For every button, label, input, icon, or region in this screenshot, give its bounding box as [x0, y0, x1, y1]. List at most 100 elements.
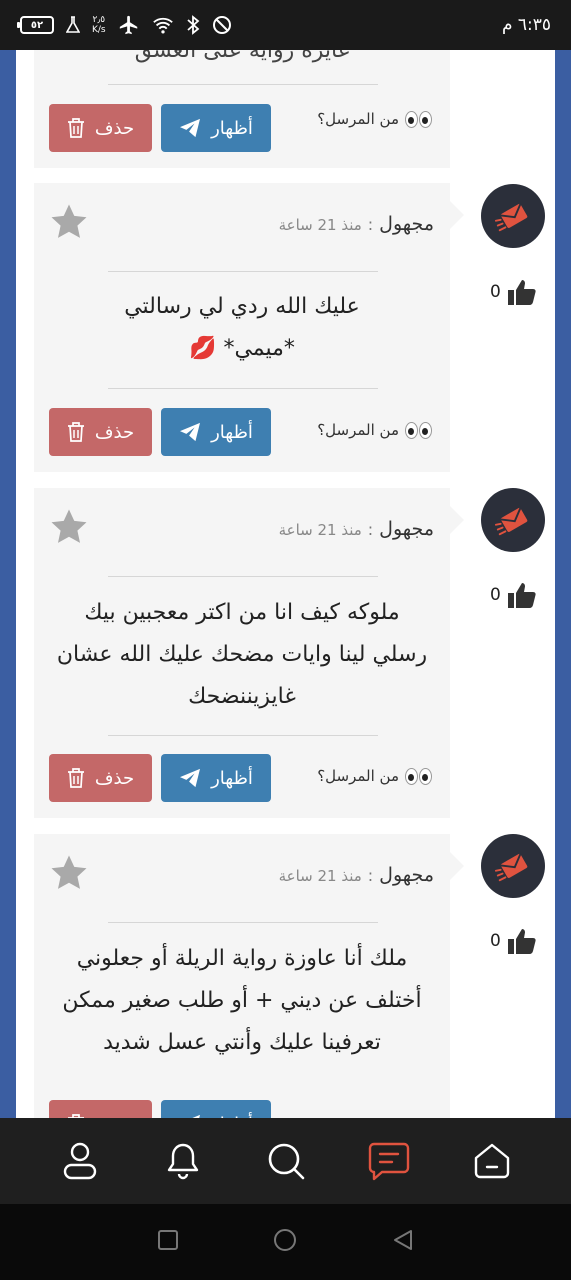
delete-label: حذف	[94, 421, 135, 443]
message-time: منذ 21 ساعة	[278, 867, 362, 885]
eyes-icon	[405, 421, 432, 439]
message-time: منذ 21 ساعة	[278, 521, 362, 539]
sender-name: مجهول	[379, 864, 434, 886]
card-header: مجهول : منذ 21 ساعة	[279, 518, 434, 540]
bluetooth-icon	[187, 15, 200, 35]
messages-icon	[368, 1142, 409, 1181]
message-card: غايزة رواية على العشق من المرسل؟ أظهار ح…	[34, 50, 450, 168]
mail-icon	[494, 203, 528, 232]
message-line: ملك أنا عاوزة رواية الريلة أو جعلوني	[76, 946, 408, 971]
star-icon[interactable]	[48, 506, 90, 548]
reveal-sender-link[interactable]: من المرسل؟	[317, 110, 432, 128]
delete-button[interactable]: حذف	[49, 104, 152, 152]
like-counter[interactable]: 0	[490, 278, 537, 306]
card-pointer	[450, 201, 464, 229]
divider	[108, 388, 378, 389]
message-card: مجهول : منذ 21 ساعة عليك الله ردي لي رسا…	[34, 183, 464, 472]
show-label: أظهار	[211, 767, 253, 789]
status-time: ٦:٣٥ م	[501, 15, 551, 35]
system-navigation	[0, 1204, 571, 1280]
divider	[108, 576, 378, 577]
show-button[interactable]: أظهار	[161, 1100, 271, 1120]
show-button[interactable]: أظهار	[161, 408, 271, 456]
reveal-sender-link[interactable]: من المرسل؟	[317, 421, 432, 439]
message-line: أختلف عن ديني + أو طلب صغير ممكن	[62, 988, 422, 1013]
recents-button[interactable]	[157, 1229, 179, 1255]
show-label: أظهار	[211, 117, 253, 139]
network-speed: ٢٫٥ K/s	[92, 15, 106, 35]
like-count: 0	[490, 282, 501, 302]
mail-icon	[494, 507, 528, 536]
battery-level: ٥٢	[30, 19, 44, 31]
messages-feed[interactable]: غايزة رواية على العشق من المرسل؟ أظهار ح…	[16, 50, 555, 1120]
thumbs-up-icon	[507, 280, 536, 305]
trash-icon	[67, 422, 84, 442]
delete-button[interactable]: حذف	[49, 408, 152, 456]
flask-icon	[66, 16, 80, 33]
message-text: غايزة رواية على العشق	[134, 50, 350, 63]
card-header: مجهول : منذ 21 ساعة	[279, 864, 434, 886]
show-button[interactable]: أظهار	[161, 104, 271, 152]
message-card: مجهول : منذ 21 ساعة ملوكه كيف انا من اكت…	[34, 488, 464, 818]
sender-avatar[interactable]	[481, 488, 545, 552]
card-pointer	[450, 506, 464, 534]
battery-icon: ٥٢	[17, 16, 54, 34]
recents-icon	[157, 1230, 178, 1250]
bottom-navigation	[0, 1118, 571, 1204]
back-button[interactable]	[391, 1228, 415, 1256]
card-header: مجهول : منذ 21 ساعة	[279, 213, 434, 235]
send-icon	[180, 422, 201, 442]
delete-button[interactable]: حذف	[49, 754, 152, 802]
star-icon[interactable]	[48, 852, 90, 894]
reveal-sender-link[interactable]: من المرسل؟	[317, 767, 432, 785]
show-button[interactable]: أظهار	[161, 754, 271, 802]
message-card: مجهول : منذ 21 ساعة ملك أنا عاوزة رواية …	[34, 834, 464, 1120]
sender-avatar[interactable]	[481, 184, 545, 248]
nav-messages[interactable]	[364, 1136, 414, 1186]
separator: :	[367, 520, 374, 539]
separator: :	[367, 215, 374, 234]
status-bar: ٥٢ ٢٫٥ K/s ٦:٣٥ م	[0, 0, 571, 50]
home-system-button[interactable]	[272, 1227, 298, 1257]
speed-value: ٢٫٥	[92, 15, 106, 25]
message-text: ملك أنا عاوزة رواية الريلة أو جعلوني أخت…	[44, 938, 440, 1064]
trash-icon	[67, 768, 84, 788]
eyes-icon	[405, 110, 432, 128]
bell-icon	[167, 1143, 198, 1180]
nav-profile[interactable]	[55, 1136, 105, 1186]
like-count: 0	[490, 931, 501, 951]
divider	[108, 84, 378, 85]
message-line: رسلي لينا وايات مضحك عليك الله عشان	[56, 642, 428, 667]
back-icon	[393, 1230, 412, 1250]
delete-button[interactable]: حذف	[49, 1100, 152, 1120]
message-line: غايزيننضحك	[188, 684, 296, 709]
card-pointer	[450, 852, 464, 880]
message-line: *ميمي* 💋	[189, 336, 295, 361]
home-circle-icon	[273, 1229, 296, 1251]
from-sender-label: من المرسل؟	[317, 110, 399, 128]
do-not-disturb-icon	[212, 16, 231, 34]
profile-icon	[63, 1142, 96, 1180]
divider	[108, 735, 378, 736]
mail-icon	[494, 853, 528, 882]
home-icon	[474, 1143, 509, 1179]
nav-search[interactable]	[261, 1136, 311, 1186]
divider	[108, 271, 378, 272]
nav-home[interactable]	[467, 1136, 517, 1186]
search-icon	[268, 1143, 304, 1180]
message-text: ملوكه كيف انا من اكتر معجبين بيك رسلي لي…	[44, 592, 440, 718]
delete-label: حذف	[94, 767, 135, 789]
left-edge-bar	[0, 50, 16, 1120]
sender-avatar[interactable]	[481, 834, 545, 898]
eyes-icon	[405, 767, 432, 785]
star-icon[interactable]	[48, 201, 90, 243]
show-label: أظهار	[211, 421, 253, 443]
divider	[108, 922, 378, 923]
sender-name: مجهول	[379, 213, 434, 235]
like-counter[interactable]: 0	[490, 581, 537, 609]
sender-name: مجهول	[379, 518, 434, 540]
from-sender-label: من المرسل؟	[317, 421, 399, 439]
nav-notifications[interactable]	[158, 1136, 208, 1186]
like-counter[interactable]: 0	[490, 927, 537, 955]
from-sender-label: من المرسل؟	[317, 767, 399, 785]
